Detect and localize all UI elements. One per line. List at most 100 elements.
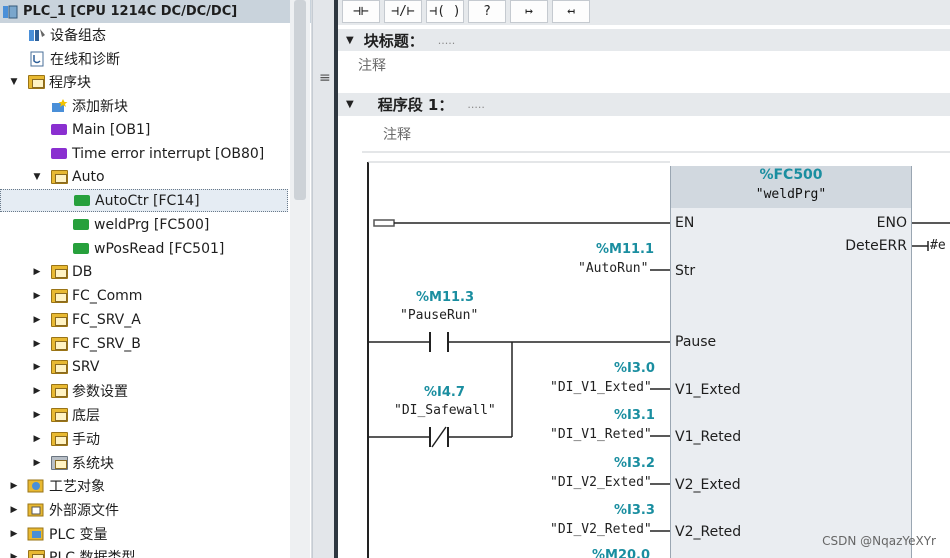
pane-splitter[interactable]: ≡ <box>312 0 336 558</box>
expand-right-icon[interactable]: ▶ <box>31 314 43 326</box>
tree-item-auto[interactable]: ▼ Auto <box>0 165 311 188</box>
ob-block-icon <box>49 145 69 163</box>
v1-reted-address[interactable]: %I3.1 <box>614 408 655 423</box>
tree-item-external-source[interactable]: ▶ 外部源文件 <box>0 498 311 521</box>
tree-item-device-config[interactable]: 设备组态 <box>0 23 311 46</box>
tree-item-srv[interactable]: ▶ SRV <box>0 355 311 378</box>
expand-right-icon[interactable]: ▶ <box>31 361 43 373</box>
tree-item-label: Main [OB1] <box>72 121 151 138</box>
tree-item-label: weldPrg [FC500] <box>94 216 210 233</box>
pause-contact-address[interactable]: %M11.3 <box>416 290 474 305</box>
fc-block-icon <box>71 216 91 234</box>
expand-right-icon[interactable]: ▶ <box>31 457 43 469</box>
tree-item-wposread-fc501[interactable]: wPosRead [FC501] <box>0 237 311 260</box>
watermark: CSDN @NqazYeXYr <box>822 534 936 548</box>
pin-v2-reted: V2_Reted <box>675 524 742 540</box>
expand-right-icon[interactable]: ▶ <box>31 433 43 445</box>
next-operand-address[interactable]: %M20.0 <box>592 548 650 558</box>
tree-item-add-block[interactable]: 添加新块 <box>0 94 311 117</box>
tree-item-autoctr-fc14[interactable]: AutoCtr [FC14] <box>0 189 288 212</box>
tree-item-label: FC_SRV_B <box>72 335 141 352</box>
tree-item-bottom-layer[interactable]: ▶ 底层 <box>0 403 311 426</box>
pause-contact-symbol[interactable]: "PauseRun" <box>400 308 478 323</box>
folder-icon <box>49 168 69 186</box>
str-operand-address[interactable]: %M11.1 <box>596 242 654 257</box>
tree-item-label: Time error interrupt [OB80] <box>72 145 265 162</box>
v1-exted-address[interactable]: %I3.0 <box>614 361 655 376</box>
pin-eno: ENO <box>876 215 907 231</box>
tree-item-label: FC_SRV_A <box>72 311 141 328</box>
v2-exted-address[interactable]: %I3.2 <box>614 456 655 471</box>
scrollbar-thumb[interactable] <box>294 0 306 200</box>
tree-item-manual[interactable]: ▶ 手动 <box>0 427 311 450</box>
safewall-contact-address[interactable]: %I4.7 <box>424 385 465 400</box>
folder-icon <box>26 73 46 91</box>
pin-v2-exted: V2_Exted <box>675 477 741 493</box>
tree-scrollbar[interactable] <box>290 0 310 558</box>
external-source-icon <box>26 501 46 519</box>
ob-block-icon <box>49 121 69 139</box>
fb-name[interactable]: "weldPrg" <box>671 187 911 202</box>
tree-item-label: 系统块 <box>72 455 114 472</box>
v1-reted-symbol[interactable]: "DI_V1_Reted" <box>550 427 652 442</box>
tree-item-plc1[interactable]: PLC_1 [CPU 1214C DC/DC/DC] <box>0 0 311 23</box>
pin-str: Str <box>675 263 696 279</box>
tree-item-label: 设备组态 <box>50 27 106 44</box>
str-operand-symbol[interactable]: "AutoRun" <box>578 261 648 276</box>
v2-reted-symbol[interactable]: "DI_V2_Reted" <box>550 522 652 537</box>
tree-item-system-blocks[interactable]: ▶ 系统块 <box>0 451 311 474</box>
tree-item-db[interactable]: ▶ DB <box>0 260 311 283</box>
deteerr-operand[interactable]: #e <box>930 238 946 253</box>
expand-down-icon[interactable]: ▼ <box>8 76 20 88</box>
tree-item-technology-objects[interactable]: ▶ 工艺对象 <box>0 474 311 497</box>
expand-right-icon[interactable]: ▶ <box>31 409 43 421</box>
folder-icon <box>49 311 69 329</box>
tree-item-parameters[interactable]: ▶ 参数设置 <box>0 379 311 402</box>
tree-item-label: SRV <box>72 358 100 375</box>
fc-block-icon <box>71 240 91 258</box>
safewall-contact-symbol[interactable]: "DI_Safewall" <box>394 403 496 418</box>
tree-item-fc-comm[interactable]: ▶ FC_Comm <box>0 284 311 307</box>
tree-item-label: FC_Comm <box>72 287 143 304</box>
v2-reted-address[interactable]: %I3.3 <box>614 503 655 518</box>
tree-item-label: DB <box>72 263 93 280</box>
expand-right-icon[interactable]: ▶ <box>8 480 20 492</box>
expand-right-icon[interactable]: ▶ <box>31 338 43 350</box>
expand-right-icon[interactable]: ▶ <box>8 504 20 516</box>
expand-right-icon[interactable]: ▶ <box>8 551 20 558</box>
pin-pause: Pause <box>675 334 717 350</box>
expand-down-icon[interactable]: ▼ <box>31 171 43 183</box>
tree-item-plc-datatypes[interactable]: ▶ PLC 数据类型 <box>0 545 311 558</box>
expand-right-icon[interactable]: ▶ <box>31 385 43 397</box>
tree-item-label: 添加新块 <box>72 98 128 115</box>
folder-icon <box>49 430 69 448</box>
tree-item-plc-tags[interactable]: ▶ PLC 变量 <box>0 522 311 545</box>
folder-icon <box>49 358 69 376</box>
add-block-icon <box>49 97 69 115</box>
tree-item-weldprg-fc500[interactable]: weldPrg [FC500] <box>0 213 311 236</box>
tree-item-label: 底层 <box>72 407 100 424</box>
v2-exted-symbol[interactable]: "DI_V2_Exted" <box>550 475 652 490</box>
pin-v1-reted: V1_Reted <box>675 429 742 445</box>
function-block-weldprg[interactable]: %FC500 "weldPrg" EN Str Pause V1_Exted V… <box>670 166 912 558</box>
fb-address[interactable]: %FC500 <box>671 167 911 183</box>
expand-right-icon[interactable]: ▶ <box>31 266 43 278</box>
tree-item-ob80[interactable]: Time error interrupt [OB80] <box>0 142 311 165</box>
tree-item-main-ob1[interactable]: Main [OB1] <box>0 118 311 141</box>
pin-v1-exted: V1_Exted <box>675 382 741 398</box>
pin-deteerr: DeteERR <box>845 238 907 254</box>
tree-item-fc-srv-b[interactable]: ▶ FC_SRV_B <box>0 332 311 355</box>
tree-item-label: 外部源文件 <box>49 502 119 519</box>
function-block-header: %FC500 "weldPrg" <box>671 166 911 208</box>
tree-item-label: PLC_1 [CPU 1214C DC/DC/DC] <box>23 4 238 19</box>
v1-exted-symbol[interactable]: "DI_V1_Exted" <box>550 380 652 395</box>
expand-right-icon[interactable]: ▶ <box>8 528 20 540</box>
tree-item-online-diagnostics[interactable]: 在线和诊断 <box>0 47 311 70</box>
splitter-grip-icon[interactable]: ≡ <box>319 70 331 86</box>
device-config-icon <box>27 26 47 44</box>
tree-item-label: 参数设置 <box>72 383 128 400</box>
tree-item-fc-srv-a[interactable]: ▶ FC_SRV_A <box>0 308 311 331</box>
folder-icon <box>49 406 69 424</box>
expand-right-icon[interactable]: ▶ <box>31 290 43 302</box>
tree-item-program-blocks[interactable]: ▼ 程序块 <box>0 70 311 93</box>
